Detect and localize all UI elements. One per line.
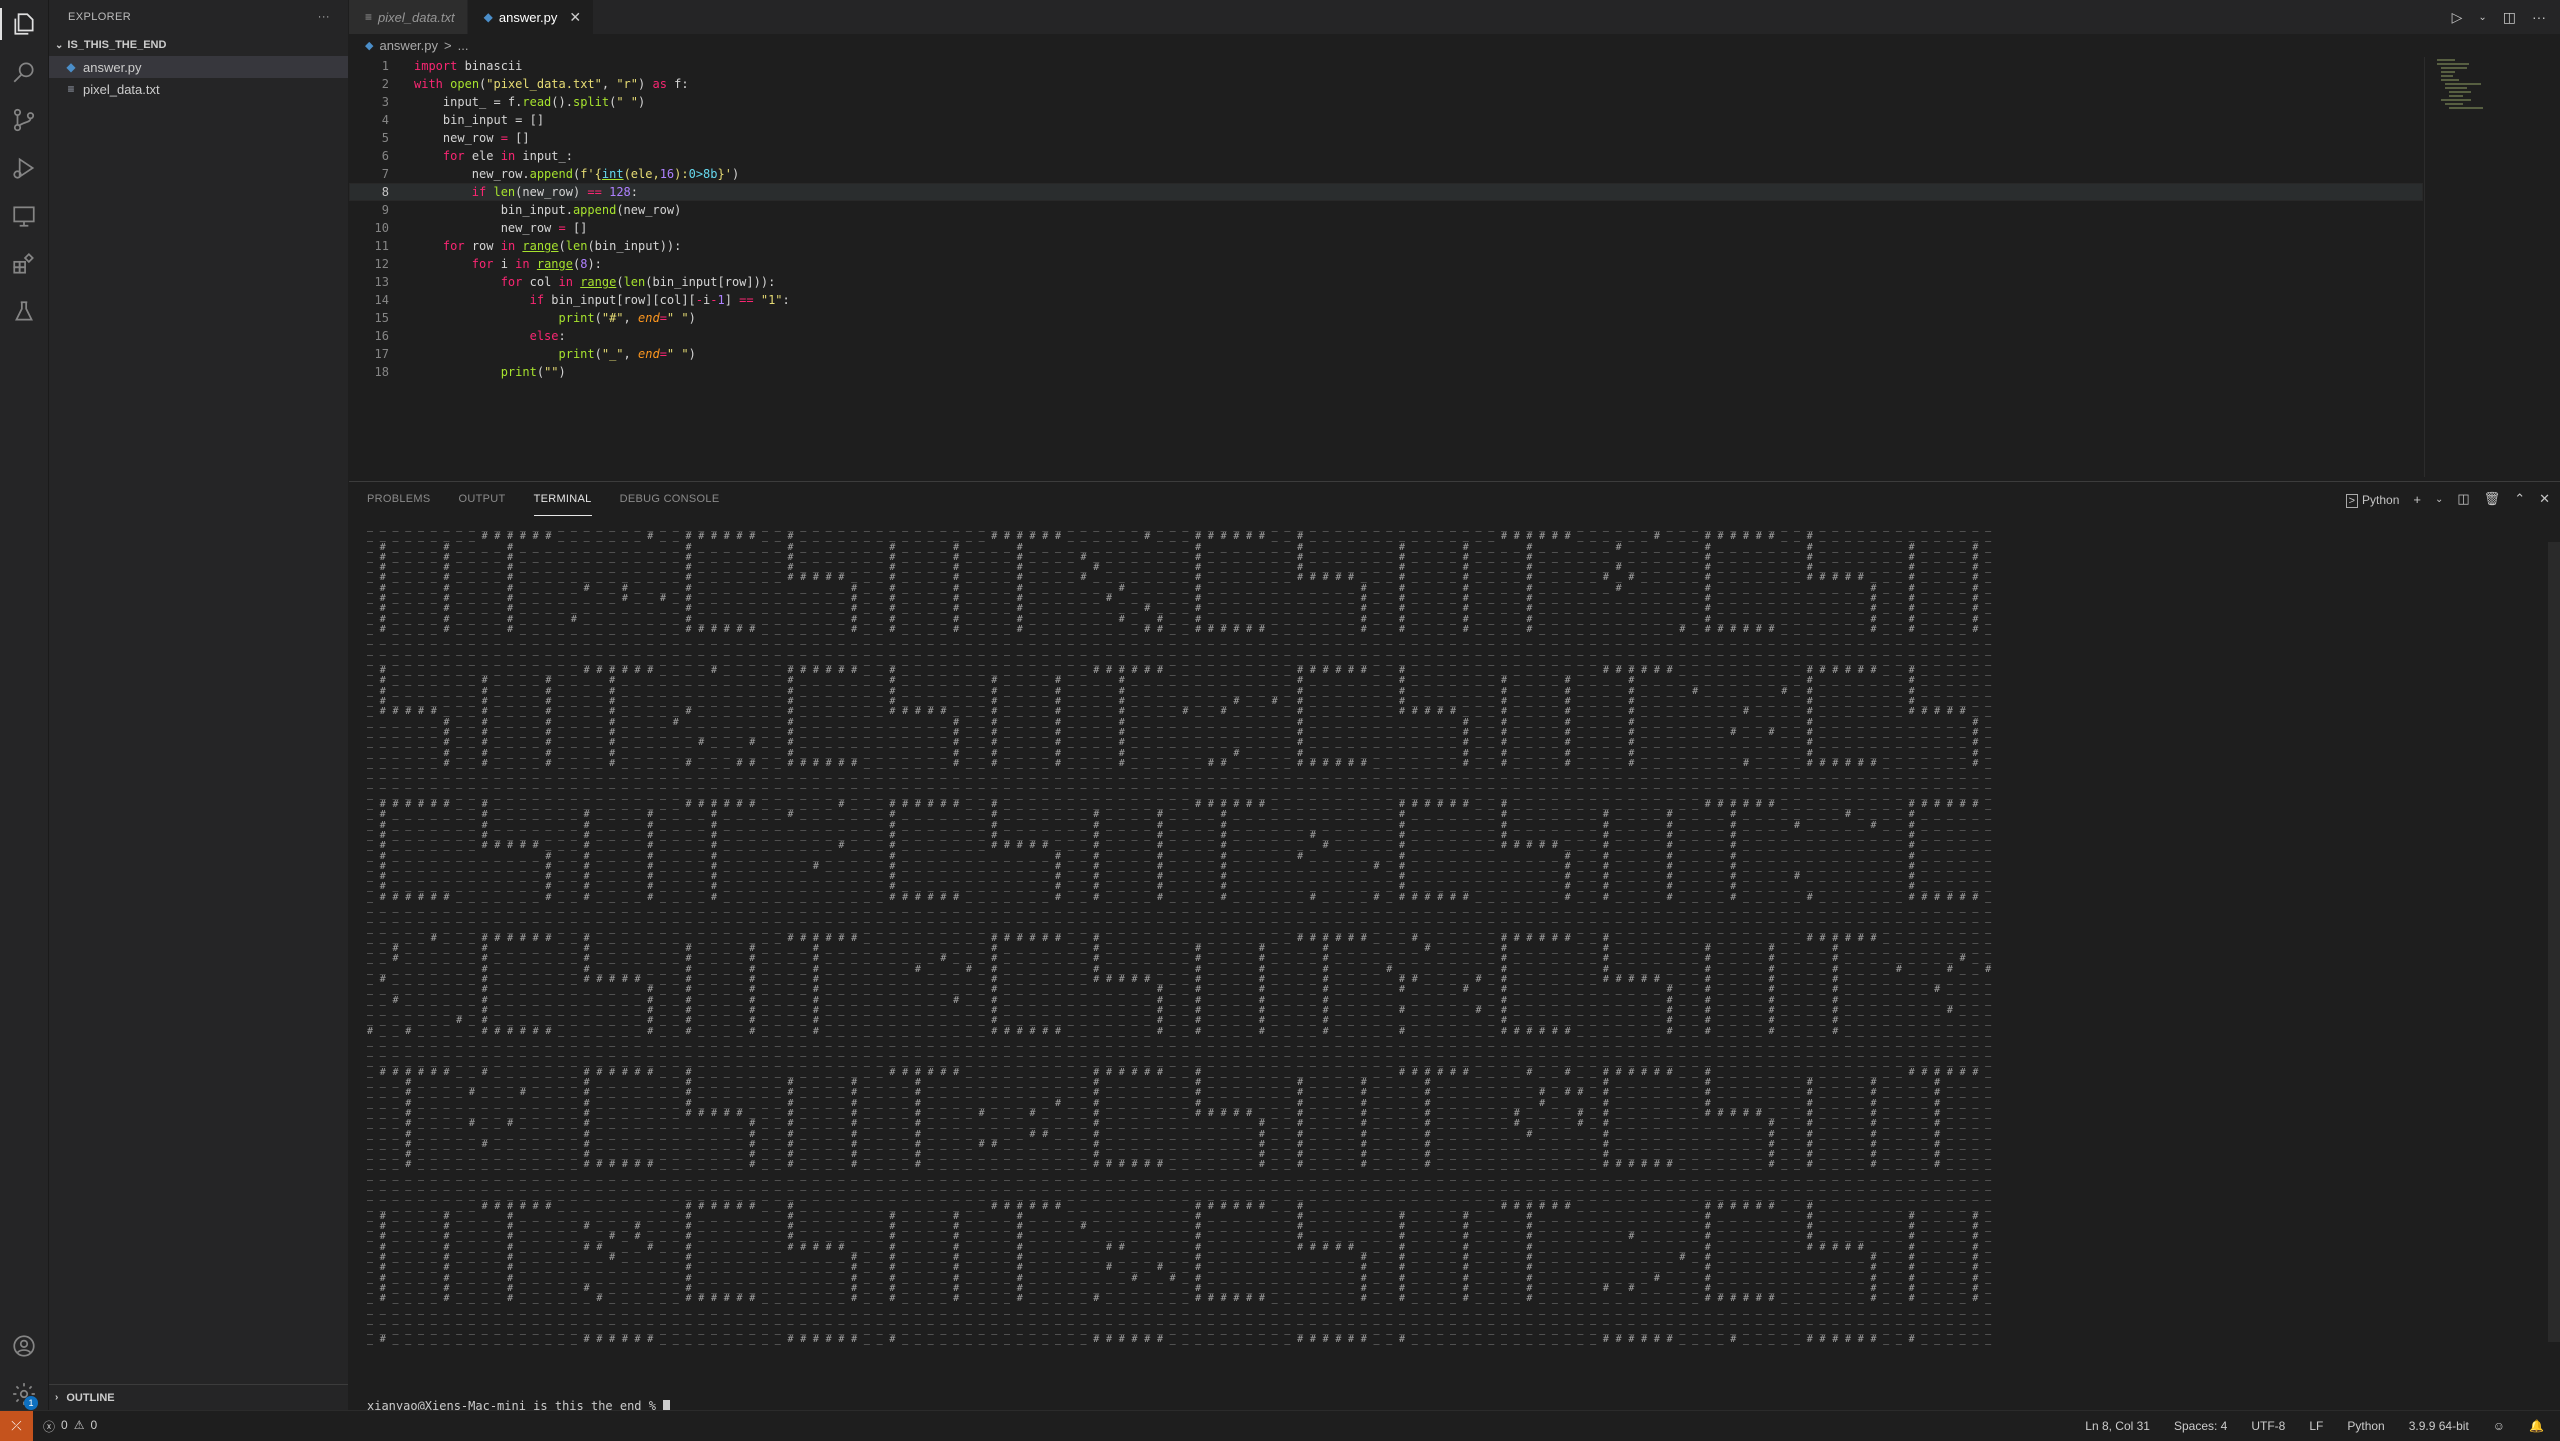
chevron-down-icon[interactable]: ⌄ [2478,12,2486,23]
chevron-down-icon[interactable]: ⌄ [2435,494,2443,505]
line-ending[interactable]: LF [2309,1419,2323,1433]
editor-tabs: ≡ pixel_data.txt ◆ answer.py ✕ ▷ ⌄ ◫ ··· [349,0,2560,34]
code-editor[interactable]: 1 import binascii 2 with open("pixel_data.… [349,57,2423,477]
notifications-icon[interactable]: 🔔 [2529,1419,2544,1433]
python-file-icon: ◆ [483,10,493,24]
folder-label: IS_THIS_THE_END [67,39,167,51]
tab-output[interactable]: OUTPUT [459,482,506,516]
settings-badge: 1 [24,1396,38,1410]
tab-terminal[interactable]: TERMINAL [533,482,592,516]
trash-icon[interactable]: 🗑 [2484,491,2501,507]
sidebar-title: EXPLORER [68,11,132,23]
cursor-position[interactable]: Ln 8, Col 31 [2085,1419,2150,1433]
remote-explorer-icon[interactable] [0,194,48,238]
maximize-panel-icon[interactable]: ⌃ [2514,491,2525,507]
minimap[interactable] [2424,57,2560,477]
file-item-answer[interactable]: ◆ answer.py [49,56,348,78]
search-icon[interactable] [0,50,48,94]
language-mode[interactable]: Python [2347,1419,2384,1433]
explorer-sidebar: EXPLORER ··· ⌄ IS_THIS_THE_END ◆ answer.… [49,0,348,1410]
file-label: pixel_data.txt [83,81,160,97]
run-debug-icon[interactable] [0,146,48,190]
terminal-scrollbar[interactable] [2548,542,2560,1342]
tab-problems[interactable]: PROBLEMS [367,482,431,516]
account-icon[interactable] [0,1324,48,1368]
feedback-icon[interactable]: ☺ [2493,1419,2505,1433]
tab-label: pixel_data.txt [378,9,455,25]
outline-label: OUTLINE [66,1391,115,1404]
file-item-pixel-data[interactable]: ≡ pixel_data.txt [49,78,348,100]
tab-label: answer.py [498,9,558,25]
explorer-icon[interactable] [0,2,48,46]
warning-icon: ⚠ [73,1417,85,1432]
breadcrumb-sep: > [444,37,452,53]
breadcrumb-rest[interactable]: ... [458,38,469,53]
chevron-down-icon: ⌄ [55,39,64,51]
tab-debug-console[interactable]: DEBUG CONSOLE [620,482,720,516]
run-icon[interactable]: ▷ [2452,9,2463,26]
file-label: answer.py [83,59,142,75]
close-icon[interactable]: ✕ [569,9,581,26]
bottom-panel: PROBLEMS OUTPUT TERMINAL DEBUG CONSOLE >… [349,481,2560,1413]
tab-pixel-data[interactable]: ≡ pixel_data.txt [349,0,468,34]
source-control-icon[interactable] [0,98,48,142]
terminal-shell-selector[interactable]: > Python [2345,492,2399,508]
split-terminal-icon[interactable]: ◫ [2457,491,2469,507]
python-interpreter[interactable]: 3.9.9 64-bit [2409,1419,2469,1433]
problems-indicator[interactable]: ⓧ 0 ⚠ 0 [43,1418,97,1435]
close-panel-icon[interactable]: ✕ [2539,491,2550,507]
new-terminal-icon[interactable]: + [2413,492,2421,507]
more-actions-icon[interactable]: ··· [2532,9,2546,25]
error-icon: ⓧ [43,1419,56,1434]
breadcrumb-file[interactable]: answer.py [379,38,438,53]
python-file-icon: ◆ [66,60,76,74]
python-file-icon: ◆ [365,39,374,52]
extensions-icon[interactable] [0,242,48,286]
workspace-folder[interactable]: ⌄ IS_THIS_THE_END [49,34,348,56]
text-file-icon: ≡ [365,10,373,24]
indentation[interactable]: Spaces: 4 [2174,1419,2227,1433]
activity-bar: 1 [0,0,49,1410]
remote-indicator-icon[interactable]: ⤫ [0,1411,33,1441]
testing-icon[interactable] [0,290,48,334]
breadcrumb: ◆ answer.py > ... [349,34,2560,56]
outline-section[interactable]: › OUTLINE [49,1384,348,1410]
current-line: 8 if len(new_row) == 128: [349,183,2423,201]
terminal-output[interactable]: _ _ _ _ _ _ _ _ _ _ _ _ _ _ _ _ _ _ _ _ … [367,522,2377,1368]
chevron-right-icon: › [55,1392,59,1403]
split-editor-icon[interactable]: ◫ [2503,9,2516,26]
tab-answer[interactable]: ◆ answer.py ✕ [467,0,595,34]
terminal-icon: > [2345,493,2359,508]
encoding[interactable]: UTF-8 [2251,1419,2285,1433]
more-actions-icon[interactable]: ··· [318,11,330,23]
status-bar: ⤫ ⓧ 0 ⚠ 0 Ln 8, Col 31 Spaces: 4 UTF-8 LF … [0,1410,2560,1441]
text-file-icon: ≡ [67,82,75,96]
